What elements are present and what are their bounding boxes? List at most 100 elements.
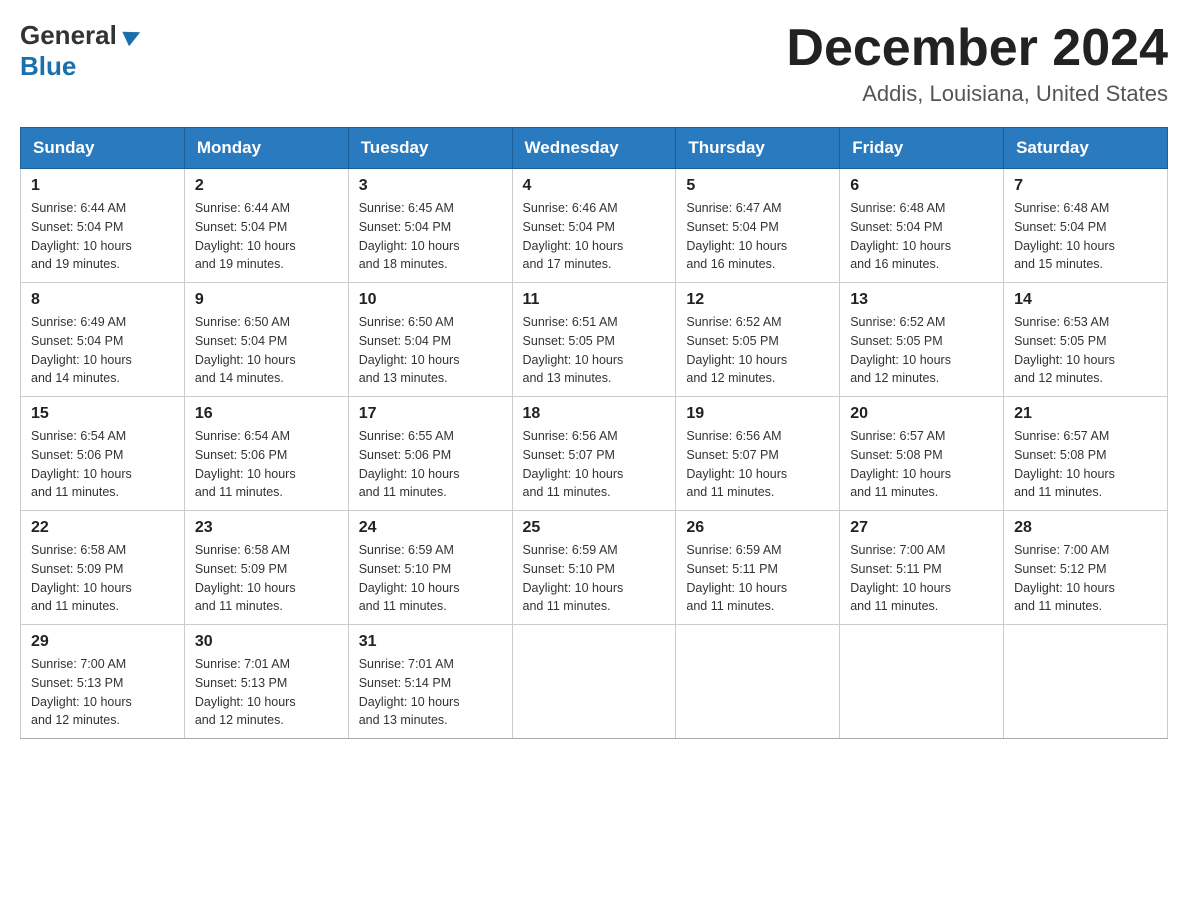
day-number: 23 — [195, 519, 338, 537]
day-info: Sunrise: 6:55 AM Sunset: 5:06 PM Dayligh… — [359, 427, 502, 502]
calendar-cell: 19 Sunrise: 6:56 AM Sunset: 5:07 PM Dayl… — [676, 397, 840, 511]
day-info: Sunrise: 7:01 AM Sunset: 5:13 PM Dayligh… — [195, 655, 338, 730]
calendar-cell: 17 Sunrise: 6:55 AM Sunset: 5:06 PM Dayl… — [348, 397, 512, 511]
calendar-cell: 26 Sunrise: 6:59 AM Sunset: 5:11 PM Dayl… — [676, 511, 840, 625]
logo: General Blue — [20, 20, 143, 82]
day-info: Sunrise: 6:59 AM Sunset: 5:10 PM Dayligh… — [359, 541, 502, 616]
day-number: 8 — [31, 291, 174, 309]
day-number: 27 — [850, 519, 993, 537]
day-number: 14 — [1014, 291, 1157, 309]
day-info: Sunrise: 6:59 AM Sunset: 5:10 PM Dayligh… — [523, 541, 666, 616]
weekday-header-sunday: Sunday — [21, 128, 185, 169]
day-info: Sunrise: 6:44 AM Sunset: 5:04 PM Dayligh… — [195, 199, 338, 274]
calendar-cell: 3 Sunrise: 6:45 AM Sunset: 5:04 PM Dayli… — [348, 169, 512, 283]
day-info: Sunrise: 6:58 AM Sunset: 5:09 PM Dayligh… — [195, 541, 338, 616]
day-info: Sunrise: 6:48 AM Sunset: 5:04 PM Dayligh… — [850, 199, 993, 274]
day-info: Sunrise: 6:50 AM Sunset: 5:04 PM Dayligh… — [359, 313, 502, 388]
weekday-header-friday: Friday — [840, 128, 1004, 169]
day-info: Sunrise: 6:45 AM Sunset: 5:04 PM Dayligh… — [359, 199, 502, 274]
day-info: Sunrise: 6:52 AM Sunset: 5:05 PM Dayligh… — [686, 313, 829, 388]
calendar-cell: 6 Sunrise: 6:48 AM Sunset: 5:04 PM Dayli… — [840, 169, 1004, 283]
day-info: Sunrise: 7:00 AM Sunset: 5:12 PM Dayligh… — [1014, 541, 1157, 616]
day-number: 3 — [359, 177, 502, 195]
calendar-cell: 2 Sunrise: 6:44 AM Sunset: 5:04 PM Dayli… — [184, 169, 348, 283]
day-number: 29 — [31, 633, 174, 651]
weekday-header-wednesday: Wednesday — [512, 128, 676, 169]
week-row-1: 1 Sunrise: 6:44 AM Sunset: 5:04 PM Dayli… — [21, 169, 1168, 283]
weekday-header-row: SundayMondayTuesdayWednesdayThursdayFrid… — [21, 128, 1168, 169]
calendar-cell: 24 Sunrise: 6:59 AM Sunset: 5:10 PM Dayl… — [348, 511, 512, 625]
logo-general-text: General — [20, 20, 117, 51]
calendar-cell: 28 Sunrise: 7:00 AM Sunset: 5:12 PM Dayl… — [1004, 511, 1168, 625]
calendar-cell: 30 Sunrise: 7:01 AM Sunset: 5:13 PM Dayl… — [184, 625, 348, 739]
weekday-header-saturday: Saturday — [1004, 128, 1168, 169]
calendar-cell: 14 Sunrise: 6:53 AM Sunset: 5:05 PM Dayl… — [1004, 283, 1168, 397]
day-info: Sunrise: 6:54 AM Sunset: 5:06 PM Dayligh… — [195, 427, 338, 502]
day-number: 12 — [686, 291, 829, 309]
logo-blue-text: Blue — [20, 51, 76, 81]
day-info: Sunrise: 6:51 AM Sunset: 5:05 PM Dayligh… — [523, 313, 666, 388]
calendar-cell: 13 Sunrise: 6:52 AM Sunset: 5:05 PM Dayl… — [840, 283, 1004, 397]
calendar-cell: 22 Sunrise: 6:58 AM Sunset: 5:09 PM Dayl… — [21, 511, 185, 625]
logo-arrow-icon — [121, 25, 143, 47]
calendar-cell: 16 Sunrise: 6:54 AM Sunset: 5:06 PM Dayl… — [184, 397, 348, 511]
day-number: 31 — [359, 633, 502, 651]
day-info: Sunrise: 6:56 AM Sunset: 5:07 PM Dayligh… — [686, 427, 829, 502]
day-info: Sunrise: 7:00 AM Sunset: 5:13 PM Dayligh… — [31, 655, 174, 730]
day-info: Sunrise: 6:57 AM Sunset: 5:08 PM Dayligh… — [1014, 427, 1157, 502]
day-info: Sunrise: 6:48 AM Sunset: 5:04 PM Dayligh… — [1014, 199, 1157, 274]
calendar-cell: 23 Sunrise: 6:58 AM Sunset: 5:09 PM Dayl… — [184, 511, 348, 625]
week-row-3: 15 Sunrise: 6:54 AM Sunset: 5:06 PM Dayl… — [21, 397, 1168, 511]
day-number: 15 — [31, 405, 174, 423]
calendar-cell: 7 Sunrise: 6:48 AM Sunset: 5:04 PM Dayli… — [1004, 169, 1168, 283]
day-info: Sunrise: 6:46 AM Sunset: 5:04 PM Dayligh… — [523, 199, 666, 274]
day-number: 30 — [195, 633, 338, 651]
calendar-cell: 21 Sunrise: 6:57 AM Sunset: 5:08 PM Dayl… — [1004, 397, 1168, 511]
day-number: 13 — [850, 291, 993, 309]
calendar-cell: 4 Sunrise: 6:46 AM Sunset: 5:04 PM Dayli… — [512, 169, 676, 283]
day-number: 18 — [523, 405, 666, 423]
day-info: Sunrise: 6:56 AM Sunset: 5:07 PM Dayligh… — [523, 427, 666, 502]
day-info: Sunrise: 6:53 AM Sunset: 5:05 PM Dayligh… — [1014, 313, 1157, 388]
weekday-header-monday: Monday — [184, 128, 348, 169]
calendar-table: SundayMondayTuesdayWednesdayThursdayFrid… — [20, 127, 1168, 739]
calendar-cell: 5 Sunrise: 6:47 AM Sunset: 5:04 PM Dayli… — [676, 169, 840, 283]
day-number: 22 — [31, 519, 174, 537]
calendar-cell: 20 Sunrise: 6:57 AM Sunset: 5:08 PM Dayl… — [840, 397, 1004, 511]
calendar-cell: 29 Sunrise: 7:00 AM Sunset: 5:13 PM Dayl… — [21, 625, 185, 739]
day-number: 9 — [195, 291, 338, 309]
day-info: Sunrise: 6:57 AM Sunset: 5:08 PM Dayligh… — [850, 427, 993, 502]
calendar-cell: 1 Sunrise: 6:44 AM Sunset: 5:04 PM Dayli… — [21, 169, 185, 283]
week-row-2: 8 Sunrise: 6:49 AM Sunset: 5:04 PM Dayli… — [21, 283, 1168, 397]
day-info: Sunrise: 6:44 AM Sunset: 5:04 PM Dayligh… — [31, 199, 174, 274]
weekday-header-tuesday: Tuesday — [348, 128, 512, 169]
day-number: 20 — [850, 405, 993, 423]
calendar-cell: 12 Sunrise: 6:52 AM Sunset: 5:05 PM Dayl… — [676, 283, 840, 397]
day-number: 11 — [523, 291, 666, 309]
week-row-4: 22 Sunrise: 6:58 AM Sunset: 5:09 PM Dayl… — [21, 511, 1168, 625]
day-number: 25 — [523, 519, 666, 537]
calendar-cell: 25 Sunrise: 6:59 AM Sunset: 5:10 PM Dayl… — [512, 511, 676, 625]
calendar-cell — [512, 625, 676, 739]
day-number: 19 — [686, 405, 829, 423]
day-info: Sunrise: 6:47 AM Sunset: 5:04 PM Dayligh… — [686, 199, 829, 274]
day-number: 17 — [359, 405, 502, 423]
weekday-header-thursday: Thursday — [676, 128, 840, 169]
week-row-5: 29 Sunrise: 7:00 AM Sunset: 5:13 PM Dayl… — [21, 625, 1168, 739]
day-info: Sunrise: 6:49 AM Sunset: 5:04 PM Dayligh… — [31, 313, 174, 388]
day-info: Sunrise: 6:54 AM Sunset: 5:06 PM Dayligh… — [31, 427, 174, 502]
page-header: General Blue December 2024 Addis, Louisi… — [20, 20, 1168, 107]
calendar-cell: 11 Sunrise: 6:51 AM Sunset: 5:05 PM Dayl… — [512, 283, 676, 397]
calendar-cell: 27 Sunrise: 7:00 AM Sunset: 5:11 PM Dayl… — [840, 511, 1004, 625]
day-number: 2 — [195, 177, 338, 195]
day-number: 28 — [1014, 519, 1157, 537]
day-info: Sunrise: 6:58 AM Sunset: 5:09 PM Dayligh… — [31, 541, 174, 616]
calendar-cell: 9 Sunrise: 6:50 AM Sunset: 5:04 PM Dayli… — [184, 283, 348, 397]
calendar-cell — [1004, 625, 1168, 739]
day-number: 1 — [31, 177, 174, 195]
calendar-cell: 10 Sunrise: 6:50 AM Sunset: 5:04 PM Dayl… — [348, 283, 512, 397]
day-info: Sunrise: 6:50 AM Sunset: 5:04 PM Dayligh… — [195, 313, 338, 388]
title-section: December 2024 Addis, Louisiana, United S… — [786, 20, 1168, 107]
day-number: 16 — [195, 405, 338, 423]
day-number: 10 — [359, 291, 502, 309]
